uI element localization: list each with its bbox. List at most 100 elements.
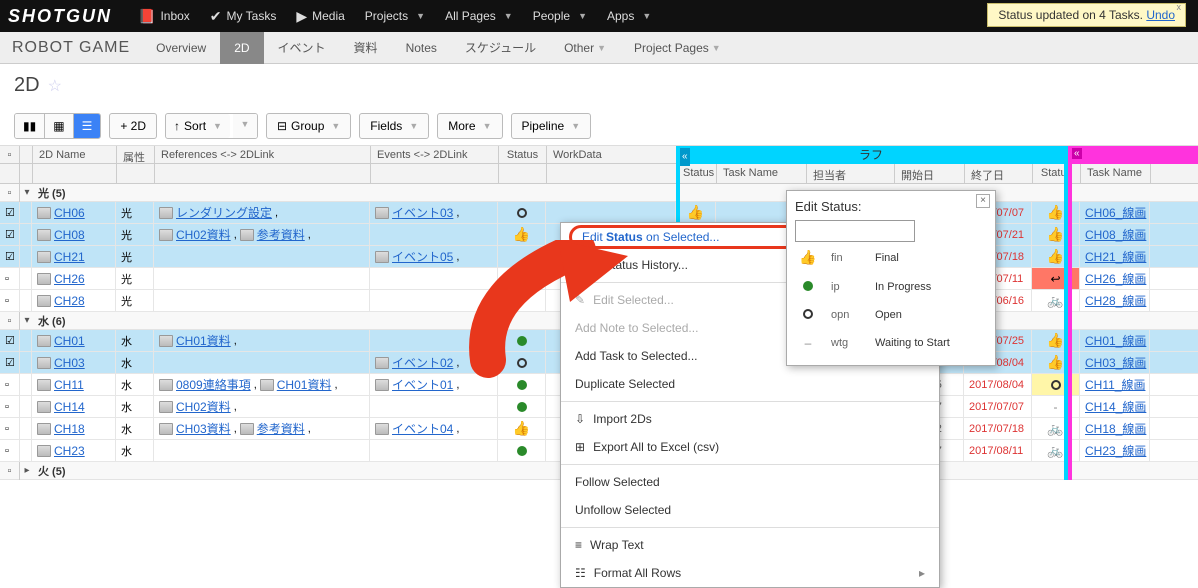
nav-my-tasks[interactable]: ✔My Tasks xyxy=(202,2,285,31)
nav-inbox[interactable]: 📕Inbox xyxy=(130,2,198,31)
2d-name-link[interactable]: CH06 xyxy=(54,206,85,220)
task-link[interactable]: CH11_線画 xyxy=(1085,376,1145,393)
2d-name-link[interactable]: CH01 xyxy=(54,334,85,348)
tab-project pages[interactable]: Project Pages ▼ xyxy=(620,31,735,64)
row-checkbox[interactable]: ☑ xyxy=(0,202,20,223)
2d-name-link[interactable]: CH26 xyxy=(54,272,85,286)
menu-item[interactable]: Unfollow Selected xyxy=(561,496,939,524)
nav-projects[interactable]: Projects▼ xyxy=(357,2,433,31)
row-checkbox[interactable]: ▫ xyxy=(0,374,20,395)
nav-people[interactable]: People▼ xyxy=(525,2,595,31)
tab-スケジュール[interactable]: スケジュール xyxy=(451,31,550,64)
nav-apps[interactable]: Apps▼ xyxy=(599,2,659,31)
col-attr[interactable]: 属性 xyxy=(117,146,155,163)
status-search-input[interactable] xyxy=(795,220,915,242)
status-option-wtg[interactable]: –wtgWaiting to Start xyxy=(795,329,987,357)
tab-資料[interactable]: 資料 xyxy=(340,31,392,64)
menu-item[interactable]: Duplicate Selected xyxy=(561,370,939,398)
tab-other[interactable]: Other ▼ xyxy=(550,31,620,64)
reference-link[interactable]: 参考資料 xyxy=(257,226,305,243)
pink-status-cell[interactable]: 👍 xyxy=(1032,202,1080,223)
checkbox-header[interactable]: ▫ xyxy=(0,146,20,163)
tab-notes[interactable]: Notes xyxy=(392,31,451,64)
event-link[interactable]: イベント05 xyxy=(392,248,453,265)
pink-status-cell[interactable]: 👍 xyxy=(1032,330,1080,351)
status-cell[interactable] xyxy=(498,374,546,395)
task-link[interactable]: CH28_線画 xyxy=(1085,292,1146,309)
task-link[interactable]: CH14_線画 xyxy=(1085,398,1146,415)
close-icon[interactable]: × xyxy=(976,194,990,208)
2d-name-link[interactable]: CH23 xyxy=(54,444,85,458)
pink-status-cell[interactable]: 🚲 xyxy=(1032,418,1080,439)
row-checkbox[interactable]: ▫ xyxy=(0,440,20,461)
col-rafu-start[interactable]: 開始日 xyxy=(895,164,965,183)
status-cell[interactable] xyxy=(498,396,546,417)
col-events[interactable]: Events <-> 2DLink xyxy=(371,146,499,163)
status-cell[interactable] xyxy=(498,352,546,373)
col-rafu-end[interactable]: 終了日 xyxy=(965,164,1033,183)
pink-status-cell[interactable]: 🚲 xyxy=(1032,290,1080,311)
event-link[interactable]: イベント02 xyxy=(392,354,453,371)
favorite-icon[interactable]: ☆ xyxy=(48,76,62,96)
task-link[interactable]: CH21_線画 xyxy=(1085,248,1146,265)
status-option-fin[interactable]: 👍finFinal xyxy=(795,242,987,273)
add-2d-button[interactable]: + 2D xyxy=(109,113,157,139)
undo-link[interactable]: Undo xyxy=(1146,8,1175,22)
pipeline-button[interactable]: Pipeline▼ xyxy=(511,113,592,139)
rafu-status-cell[interactable]: 👍 xyxy=(676,202,716,223)
expand-icon[interactable]: ▾ xyxy=(20,187,34,198)
group-header[interactable]: ▫▾光 (5) xyxy=(0,184,1198,202)
reference-link[interactable]: CH02資料 xyxy=(176,226,231,243)
menu-item[interactable]: Follow Selected xyxy=(561,468,939,496)
group-checkbox[interactable]: ▫ xyxy=(0,184,20,202)
group-checkbox[interactable]: ▫ xyxy=(0,462,20,480)
reference-link[interactable]: 0809連絡事項 xyxy=(176,376,251,393)
status-option-ip[interactable]: ipIn Progress xyxy=(795,273,987,301)
task-link[interactable]: CH06_線画 xyxy=(1085,204,1146,221)
task-link[interactable]: CH01_線画 xyxy=(1085,332,1146,349)
pink-status-cell[interactable]: 👍 xyxy=(1032,246,1080,267)
view-thumb-button[interactable]: ▮▮ xyxy=(15,114,45,138)
view-list-button[interactable]: ☰ xyxy=(74,114,101,138)
view-card-button[interactable]: ▦ xyxy=(45,114,73,138)
pink-status-cell[interactable]: ↩ xyxy=(1032,268,1080,289)
fields-button[interactable]: Fields▼ xyxy=(359,113,429,139)
reference-link[interactable]: レンダリング設定 xyxy=(176,204,272,221)
2d-name-link[interactable]: CH08 xyxy=(54,228,85,242)
close-icon[interactable]: x xyxy=(1177,2,1182,12)
row-checkbox[interactable]: ☑ xyxy=(0,246,20,267)
collapse-icon[interactable]: « xyxy=(1072,148,1082,159)
col-status[interactable]: Status xyxy=(499,146,547,163)
reference-link[interactable]: CH01資料 xyxy=(277,376,332,393)
nav-media[interactable]: ▶Media xyxy=(288,2,352,31)
pink-status-cell[interactable]: 👍 xyxy=(1032,352,1080,373)
event-link[interactable]: イベント03 xyxy=(392,204,453,221)
2d-name-link[interactable]: CH21 xyxy=(54,250,85,264)
collapse-icon[interactable]: « xyxy=(680,148,690,166)
sort-button[interactable]: ↑Sort▼ xyxy=(166,114,230,138)
2d-name-link[interactable]: CH14 xyxy=(54,400,85,414)
menu-item[interactable]: ≡Wrap Text xyxy=(561,531,939,559)
col-pink-status[interactable]: Status xyxy=(1033,164,1081,183)
table-row[interactable]: ☑CH06光レンダリング設定 ,イベント03 ,👍06/272017/07/07… xyxy=(0,202,1198,224)
row-checkbox[interactable]: ▫ xyxy=(0,290,20,311)
group-checkbox[interactable]: ▫ xyxy=(0,312,20,330)
status-cell[interactable] xyxy=(498,330,546,351)
pink-status-cell[interactable]: - xyxy=(1032,396,1080,417)
task-link[interactable]: CH08_線画 xyxy=(1085,226,1146,243)
col-pink-taskname[interactable]: Task Name xyxy=(1081,164,1151,183)
event-link[interactable]: イベント01 xyxy=(392,376,453,393)
row-checkbox[interactable]: ☑ xyxy=(0,224,20,245)
tab-overview[interactable]: Overview xyxy=(142,31,220,64)
col-workdata[interactable]: WorkData xyxy=(547,146,677,163)
col-rafu-assignee[interactable]: 担当者 xyxy=(807,164,895,183)
2d-name-link[interactable]: CH28 xyxy=(54,294,85,308)
event-link[interactable]: イベント04 xyxy=(392,420,453,437)
row-checkbox[interactable]: ▫ xyxy=(0,396,20,417)
status-cell[interactable] xyxy=(498,246,546,267)
2d-name-link[interactable]: CH03 xyxy=(54,356,85,370)
row-checkbox[interactable]: ☑ xyxy=(0,352,20,373)
reference-link[interactable]: CH02資料 xyxy=(176,398,231,415)
col-2d-name[interactable]: 2D Name xyxy=(33,146,117,163)
row-checkbox[interactable]: ☑ xyxy=(0,330,20,351)
